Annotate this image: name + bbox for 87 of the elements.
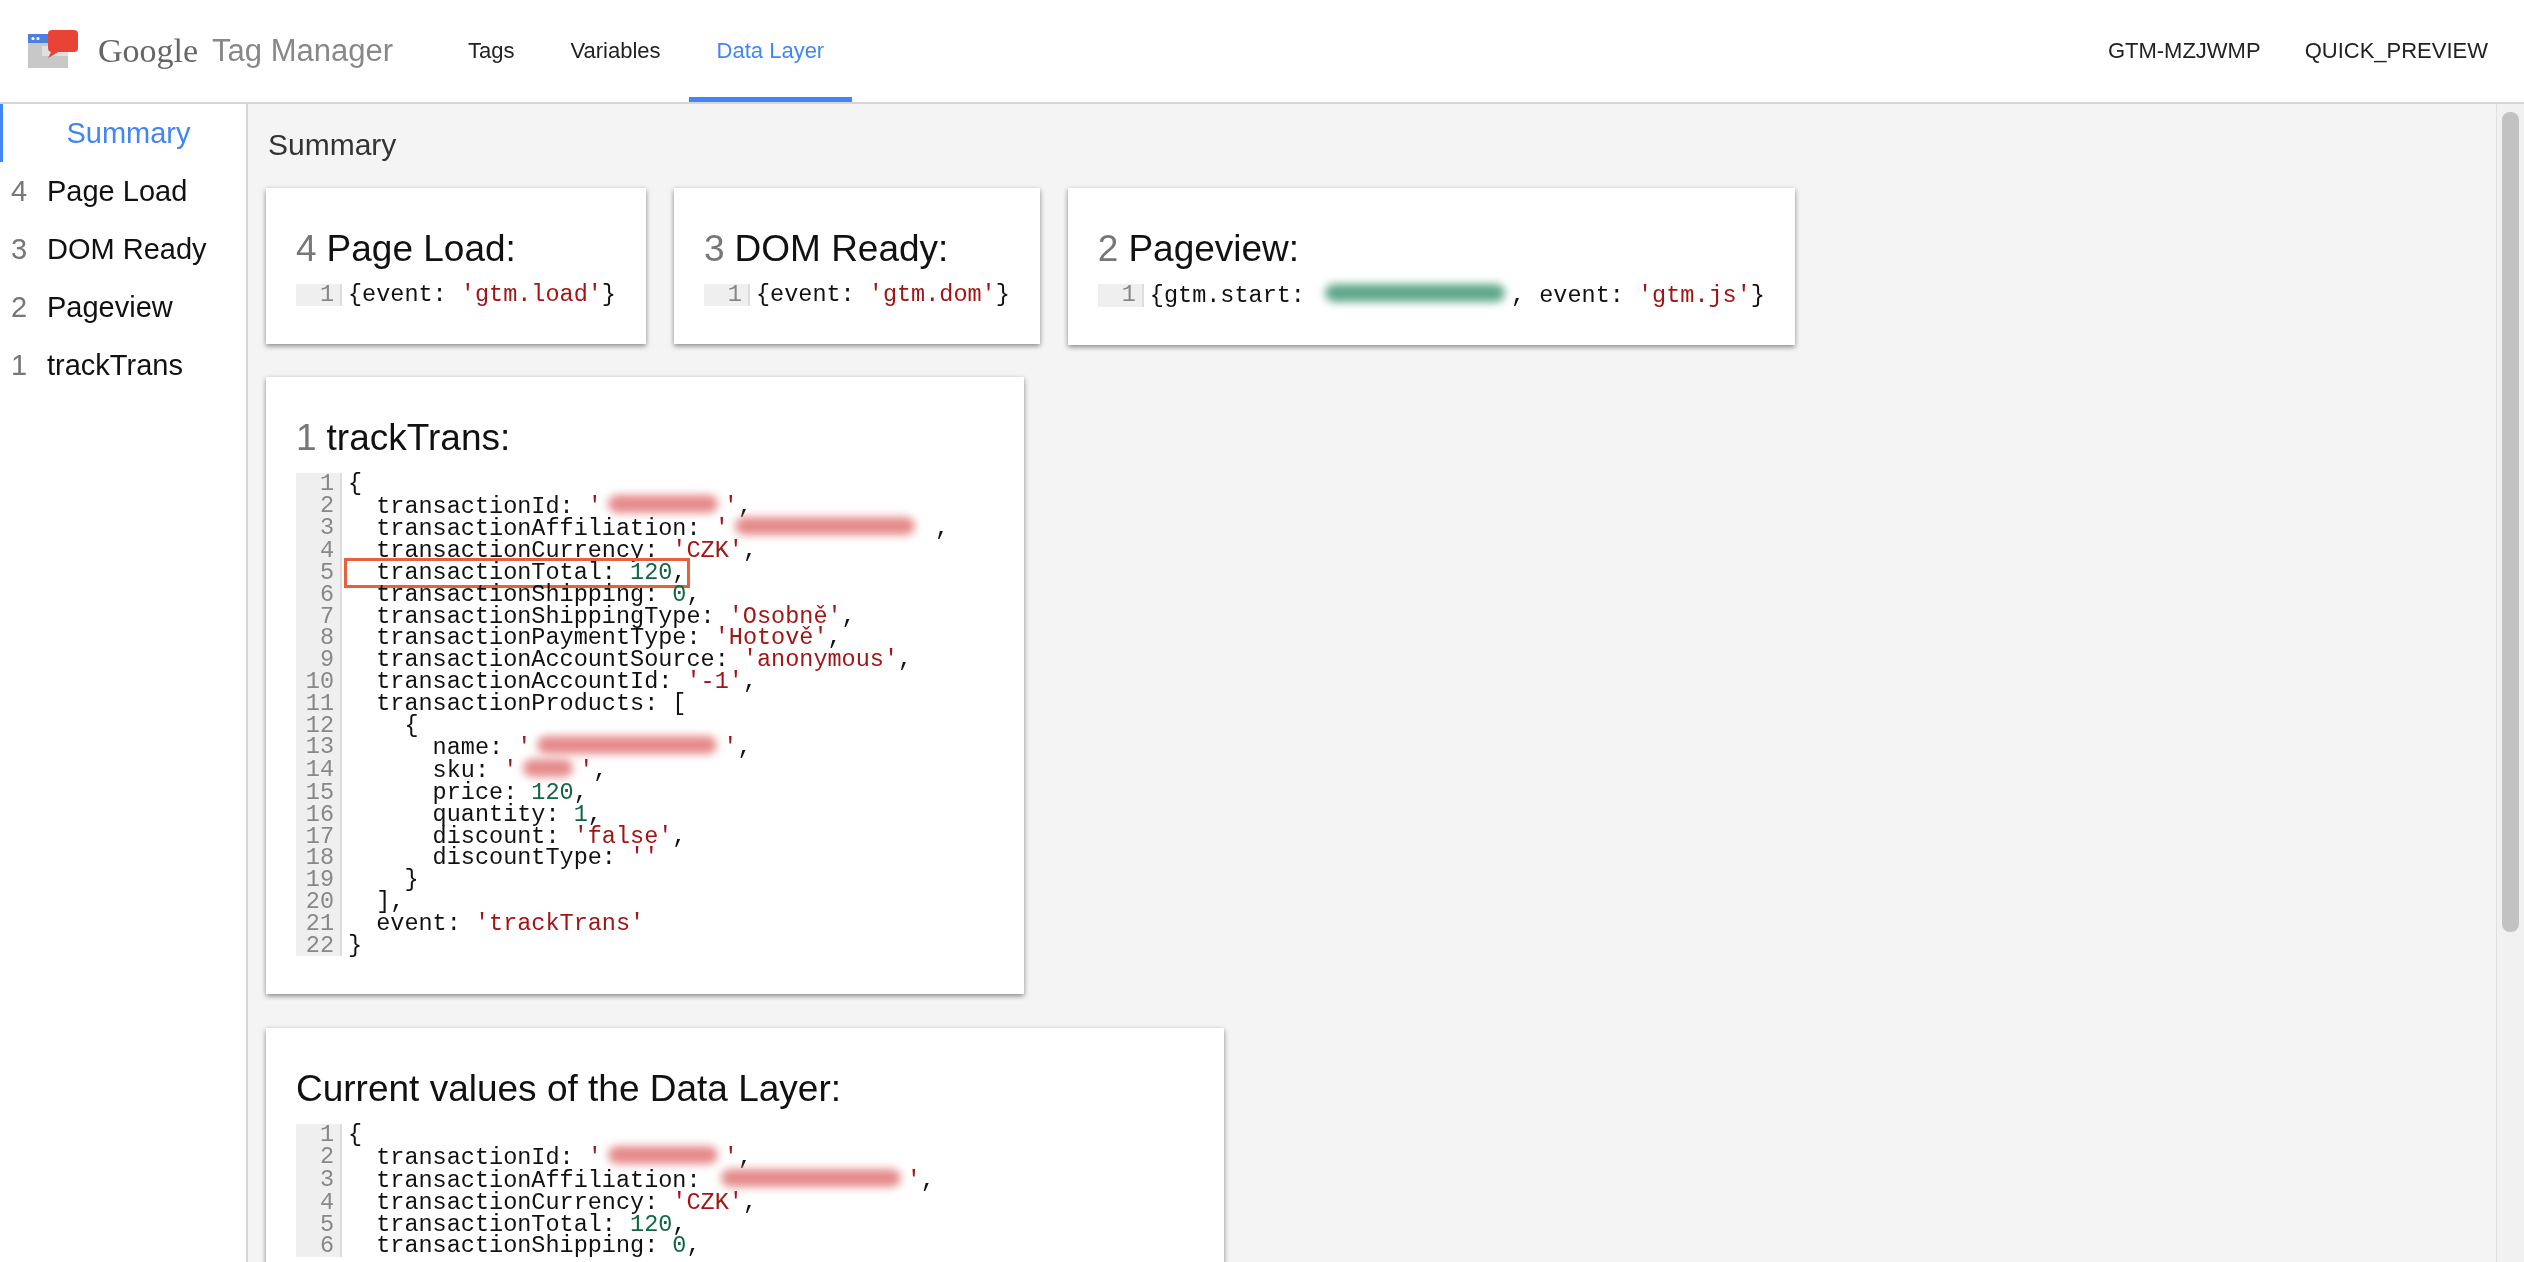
line-number: 6 <box>296 1235 342 1258</box>
card-title: Current values of the Data Layer: <box>296 1068 841 1111</box>
line-number: 6 <box>296 583 342 606</box>
card-title: DOM Ready: <box>734 228 949 270</box>
code-line: transactionShipping: 0, <box>375 583 701 606</box>
scrollbar-thumb[interactable] <box>2502 112 2519 932</box>
sidebar-item[interactable]: 3 DOM Ready <box>0 220 246 278</box>
header-label: GTM-MZJWMP <box>2107 38 2261 64</box>
nav-tab[interactable]: Variables <box>542 0 689 102</box>
code-line: { <box>348 1124 363 1147</box>
line-number: 8 <box>296 627 342 650</box>
line-number: 3 <box>296 517 342 541</box>
brand-name: Google <box>98 32 199 70</box>
sidebar-item[interactable]: 1 trackTrans <box>0 336 246 394</box>
code-line: transactionProducts: [ <box>375 692 687 715</box>
code-line: transactionId: ' ', <box>375 494 753 518</box>
line-number: 13 <box>296 736 342 760</box>
event-number: 1 <box>296 416 317 459</box>
code-line: { <box>348 472 363 495</box>
code-line: transactionCurrency: 'CZK', <box>375 1191 757 1214</box>
event-label: Pageview <box>47 290 173 324</box>
redaction-blur <box>523 759 574 778</box>
event-number: 4 <box>296 228 317 270</box>
code-line: transactionAffiliation: ', <box>375 1168 935 1192</box>
code-line: discountType: '' <box>431 847 659 870</box>
line-number: 20 <box>296 890 342 913</box>
line-number: 1 <box>296 472 342 495</box>
card-title: Page Load: <box>326 228 516 270</box>
event-label: Page Load <box>47 174 188 208</box>
code-line: {gtm.start: , event: 'gtm.js'} <box>1149 284 1765 307</box>
code-line: transactionShipping: 0, <box>375 1235 701 1258</box>
line-number: 10 <box>296 670 342 693</box>
event-number: 3 <box>703 228 725 270</box>
line-number: 19 <box>296 869 342 891</box>
code-line: ], <box>375 890 405 913</box>
code-line: {event: 'gtm.dom'} <box>755 284 1010 306</box>
line-number: 4 <box>296 1191 342 1214</box>
line-number: 1 <box>703 284 750 306</box>
line-number: 11 <box>296 692 342 715</box>
line-number: 1 <box>296 284 342 306</box>
line-number: 14 <box>296 759 342 782</box>
nav-tab[interactable]: Tags <box>440 0 543 102</box>
page-heading: Summary <box>268 128 398 162</box>
code-line: {event: 'gtm.load'} <box>348 284 616 306</box>
header-label: QUICK_PREVIEW <box>2304 38 2488 64</box>
sidebar-item[interactable]: 4 Page Load <box>0 162 246 220</box>
line-number: 22 <box>296 934 342 957</box>
event-label: Summary <box>66 116 191 150</box>
code-line: transactionId: ' ', <box>375 1146 753 1169</box>
code-line: } <box>403 869 419 891</box>
code-line: transactionCurrency: 'CZK', <box>375 540 757 562</box>
code-line: } <box>348 934 363 957</box>
event-number: 3 <box>11 232 29 266</box>
line-number: 15 <box>296 781 342 804</box>
line-number: 9 <box>296 649 342 671</box>
line-number: 4 <box>296 540 342 562</box>
code-line: price: 120, <box>431 781 588 804</box>
event-number: 2 <box>1097 228 1119 270</box>
line-number: 2 <box>296 494 342 518</box>
card-title: trackTrans: <box>326 416 511 459</box>
code-line: event: 'trackTrans' <box>375 912 645 935</box>
code-line: sku: ' ', <box>431 759 608 782</box>
code-line: { <box>403 714 419 737</box>
line-number: 5 <box>296 562 342 584</box>
event-number: 2 <box>11 290 29 324</box>
line-number: 1 <box>1097 284 1144 307</box>
sidebar-item[interactable]: 2 Pageview <box>0 278 246 336</box>
event-number: 4 <box>11 174 29 208</box>
line-number: 1 <box>296 1124 342 1147</box>
event-label: trackTrans <box>47 348 183 382</box>
code-line: name: ' ', <box>431 736 752 760</box>
product-name: Tag Manager <box>212 33 394 69</box>
event-label: DOM Ready <box>47 232 207 266</box>
line-number: 18 <box>296 847 342 870</box>
code-line: transactionAccountSource: 'anonymous', <box>375 649 913 671</box>
card-title: Pageview: <box>1128 228 1300 270</box>
code-line: quantity: 1, <box>431 803 602 826</box>
line-number: 2 <box>296 1146 342 1169</box>
line-number: 3 <box>296 1168 342 1192</box>
line-number: 16 <box>296 803 342 826</box>
line-number: 17 <box>296 825 342 848</box>
line-number: 21 <box>296 912 342 935</box>
code-line: transactionAccountId: '-1', <box>375 670 757 693</box>
line-number: 5 <box>296 1213 342 1236</box>
line-number: 12 <box>296 714 342 737</box>
line-number: 7 <box>296 605 342 628</box>
event-number: 1 <box>11 348 29 382</box>
